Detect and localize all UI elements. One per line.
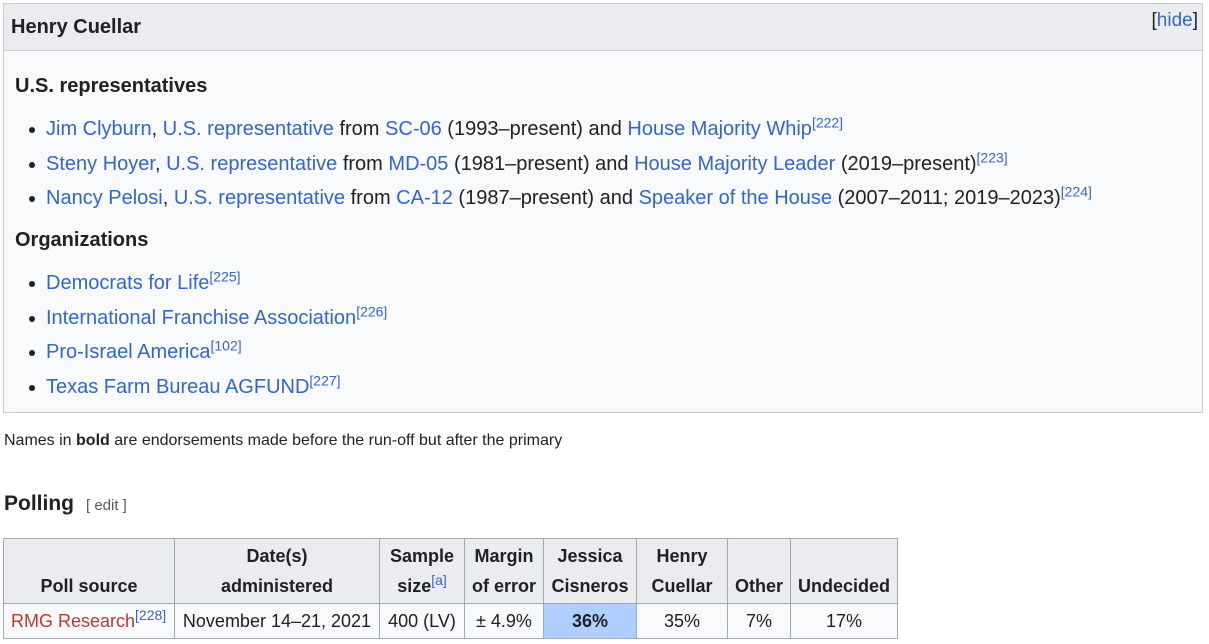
cell-cuellar: 35%: [636, 603, 728, 639]
cell-date: November 14–21, 2021: [174, 603, 380, 639]
list-item: International Franchise Association[226]: [4, 304, 387, 339]
role-link[interactable]: U.S. representative: [163, 118, 334, 140]
poll-source-link[interactable]: RMG Research: [11, 611, 135, 631]
office-link[interactable]: House Majority Leader: [634, 153, 835, 175]
organization-link[interactable]: Pro-Israel America: [46, 341, 211, 363]
hide-toggle[interactable]: [hide]: [1152, 10, 1198, 32]
col-other: Other: [726, 538, 792, 604]
table-header-row: Poll source Date(s) administered Sample si…: [3, 538, 899, 604]
navbox-header: Henry Cuellar [hide]: [4, 4, 1202, 51]
cell-cisneros: 36%: [543, 603, 637, 639]
cell-other: 7%: [726, 603, 792, 639]
reference-link[interactable]: [102]: [211, 337, 242, 353]
list-item: Democrats for Life[225]: [4, 269, 387, 304]
list-item: Pro-Israel America[102]: [4, 338, 387, 373]
navbox-title: Henry Cuellar: [11, 16, 142, 38]
col-undecided: Undecided: [790, 538, 899, 604]
endorsement-note: Names in bold are endorsements made befo…: [4, 432, 563, 449]
col-sample-size: Sample size[a]: [379, 538, 465, 604]
reference-link[interactable]: [224]: [1061, 183, 1092, 199]
organization-link[interactable]: Texas Farm Bureau AGFUND: [46, 376, 309, 398]
edit-section-link[interactable]: [ edit ]: [86, 497, 127, 514]
polling-table: Poll source Date(s) administered Sample si…: [3, 538, 899, 639]
col-poll-source: Poll source: [3, 538, 175, 604]
hide-link[interactable]: hide: [1157, 10, 1193, 31]
footnote-link[interactable]: [a]: [431, 572, 447, 588]
person-link[interactable]: Jim Clyburn: [46, 118, 152, 140]
organization-link[interactable]: Democrats for Life: [46, 272, 209, 294]
col-margin-of-error: Margin of error: [464, 538, 544, 604]
person-link[interactable]: Nancy Pelosi: [46, 187, 163, 209]
list-item: Texas Farm Bureau AGFUND[227]: [4, 373, 387, 408]
table-row: RMG Research[228] November 14–21, 2021 4…: [3, 603, 899, 639]
reference-link[interactable]: [225]: [209, 268, 240, 284]
district-link[interactable]: SC-06: [385, 118, 442, 140]
col-date-administered: Date(s) administered: [174, 538, 380, 604]
reference-link[interactable]: [226]: [356, 303, 387, 319]
office-link[interactable]: House Majority Whip: [627, 118, 812, 140]
polling-heading: Polling: [4, 492, 74, 515]
district-link[interactable]: MD-05: [388, 153, 448, 175]
cell-undecided: 17%: [790, 603, 899, 639]
office-link[interactable]: Speaker of the House: [639, 187, 832, 209]
cell-sample-size: 400 (LV): [379, 603, 465, 639]
list-item: Nancy Pelosi, U.S. representative from C…: [4, 184, 1092, 219]
reference-link[interactable]: [227]: [309, 372, 340, 388]
us-representatives-list: Jim Clyburn, U.S. representative from SC…: [4, 115, 1092, 219]
list-item: Steny Hoyer, U.S. representative from MD…: [4, 150, 1092, 185]
reference-link[interactable]: [228]: [135, 607, 166, 623]
person-link[interactable]: Steny Hoyer: [46, 153, 155, 175]
role-link[interactable]: U.S. representative: [174, 187, 345, 209]
organizations-list: Democrats for Life[225] International Fr…: [4, 269, 387, 407]
district-link[interactable]: CA-12: [396, 187, 453, 209]
col-jessica-cisneros: Jessica Cisneros: [543, 538, 637, 604]
col-henry-cuellar: Henry Cuellar: [636, 538, 728, 604]
list-item: Jim Clyburn, U.S. representative from SC…: [4, 115, 1092, 150]
cell-poll-source: RMG Research[228]: [3, 603, 175, 639]
reference-link[interactable]: [222]: [812, 114, 843, 130]
cell-margin: ± 4.9%: [464, 603, 544, 639]
section-heading-organizations: Organizations: [15, 229, 149, 251]
organization-link[interactable]: International Franchise Association: [46, 307, 356, 329]
endorsements-navbox: Henry Cuellar [hide] U.S. representative…: [3, 3, 1203, 413]
section-heading-us-representatives: U.S. representatives: [15, 75, 208, 97]
role-link[interactable]: U.S. representative: [166, 153, 337, 175]
reference-link[interactable]: [223]: [977, 149, 1008, 165]
